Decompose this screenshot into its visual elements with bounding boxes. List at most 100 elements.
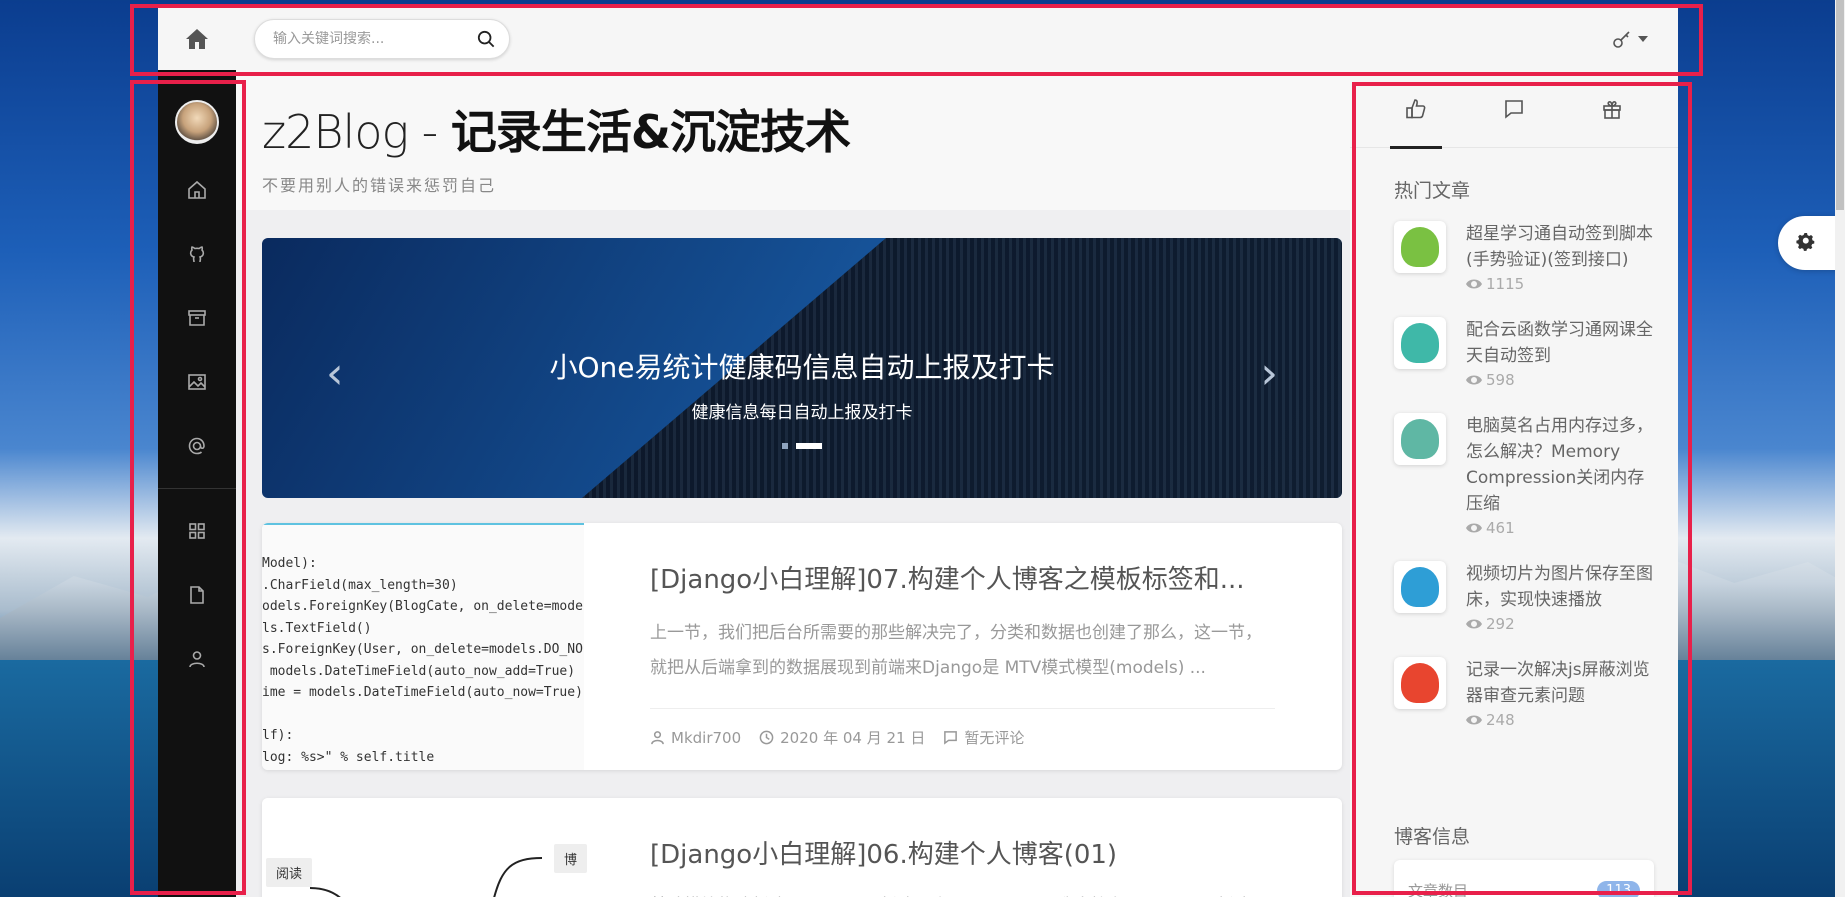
eye-icon — [1466, 375, 1482, 385]
blog-info-card: 文章数目 113 — [1394, 860, 1654, 897]
post-meta: Mkdir700 2020 年 04 月 21 日 暂无评论 — [650, 727, 1275, 748]
avatar[interactable] — [175, 100, 219, 144]
code-line: models.DateTimeField(auto_now_add=True) — [262, 663, 576, 679]
clock-icon — [759, 730, 774, 745]
hot-article-title[interactable]: 视频切片为图片保存至图床，实现快速播放 — [1466, 561, 1656, 613]
code-line: log: %s>" % self.title — [262, 749, 435, 765]
scrollbar-thumb[interactable] — [1836, 0, 1844, 210]
hot-article-item[interactable]: 电脑莫名占用内存过多，怎么解决？Memory Compression关闭内存压缩… — [1394, 413, 1678, 537]
carousel-subtitle: 健康信息每日自动上报及打卡 — [691, 403, 913, 423]
post-divider — [650, 708, 1275, 709]
article-count-label: 文章数目 — [1408, 881, 1469, 897]
sidebar-pages[interactable] — [158, 563, 236, 627]
eye-icon — [1466, 715, 1482, 725]
login-dropdown[interactable] — [1612, 29, 1648, 49]
carousel-dot[interactable] — [782, 443, 788, 449]
comment-icon — [1505, 99, 1523, 119]
carousel-title[interactable]: 小One易统计健康码信息自动上报及打卡 — [262, 346, 1342, 386]
home-button[interactable] — [158, 8, 236, 70]
hot-article-thumb — [1394, 561, 1446, 613]
hot-articles-title: 热门文章 — [1394, 180, 1471, 202]
sidebar-home[interactable] — [158, 158, 236, 222]
sidebar-tabs — [1350, 70, 1678, 149]
hot-article-text: 配合云函数学习通网课全天自动签到 598 — [1466, 317, 1656, 389]
tab-gift[interactable] — [1586, 70, 1638, 148]
gift-icon — [1603, 100, 1621, 119]
hot-article-title[interactable]: 记录一次解决js屏蔽浏览器审查元素问题 — [1466, 657, 1656, 709]
home-icon — [186, 29, 208, 49]
post-thumbnail-code: Model): .CharField(max_length=30) odels.Fo… — [262, 523, 584, 770]
search-icon[interactable] — [477, 30, 495, 48]
caret-down-icon — [1638, 36, 1648, 42]
hot-article-view-count: 461 — [1486, 519, 1515, 537]
hot-article-title[interactable]: 电脑莫名占用内存过多，怎么解决？Memory Compression关闭内存压缩 — [1466, 413, 1656, 517]
hot-article-title[interactable]: 超星学习通自动签到脚本(手势验证)(签到接口) — [1466, 221, 1656, 273]
hot-article-item[interactable]: 视频切片为图片保存至图床，实现快速播放 292 — [1394, 561, 1678, 633]
right-sidebar: 热门文章 超星学习通自动签到脚本(手势验证)(签到接口) 1115 配合云函数学… — [1350, 70, 1678, 897]
post-author[interactable]: Mkdir700 — [650, 729, 741, 747]
diagram-label-read: 阅读 — [266, 858, 313, 887]
blog-info-title: 博客信息 — [1394, 826, 1471, 848]
sidebar-gallery[interactable] — [158, 350, 236, 414]
hot-article-view-count: 598 — [1486, 371, 1515, 389]
post-excerpt: 基础模块构建新建Django项目新建一个django项目，我直接在pycharm… — [650, 889, 1275, 897]
archive-icon — [188, 310, 206, 326]
grid-icon — [189, 523, 205, 539]
site-title[interactable]: z2Blog - 记录生活&沉淀技术 — [262, 96, 1350, 162]
featured-carousel[interactable]: ‹ › 小One易统计健康码信息自动上报及打卡 健康信息每日自动上报及打卡 — [262, 238, 1342, 498]
post-card[interactable]: 阅读 博 [Django小白理解]06.构建个人博客(01) 基础模块构建新建D… — [262, 798, 1342, 897]
sidebar-github[interactable] — [158, 222, 236, 286]
user-icon — [651, 731, 664, 745]
hot-article-views: 292 — [1466, 615, 1656, 633]
hot-article-item[interactable]: 配合云函数学习通网课全天自动签到 598 — [1394, 317, 1678, 389]
post-thumbnail-diagram: 阅读 博 — [262, 798, 588, 897]
code-line: ime = models.DateTimeField(auto_now=True… — [262, 685, 583, 700]
tab-hot[interactable] — [1390, 70, 1442, 149]
sidebar-user[interactable] — [158, 627, 236, 691]
post-title[interactable]: [Django小白理解]07.构建个人博客之模板标签和... — [650, 559, 1275, 596]
post-comments-text: 暂无评论 — [964, 729, 1025, 747]
mascot-icon — [1401, 663, 1439, 703]
hot-article-views: 598 — [1466, 371, 1656, 389]
sidebar-divider — [158, 488, 236, 489]
hot-article-thumb — [1394, 317, 1446, 369]
hot-article-view-count: 1115 — [1486, 275, 1525, 293]
home-outline-icon — [188, 180, 206, 199]
hot-article-view-count: 248 — [1486, 711, 1515, 729]
thumbs-up-icon — [1406, 98, 1426, 118]
post-card[interactable]: Model): .CharField(max_length=30) odels.Fo… — [262, 523, 1342, 770]
hot-article-views: 1115 — [1466, 275, 1656, 293]
hot-article-text: 记录一次解决js屏蔽浏览器审查元素问题 248 — [1466, 657, 1656, 729]
post-body: [Django小白理解]06.构建个人博客(01) 基础模块构建新建Django… — [650, 834, 1275, 897]
hot-article-views: 248 — [1466, 711, 1656, 729]
hot-article-thumb — [1394, 413, 1446, 465]
carousel-dot-active[interactable] — [796, 443, 822, 449]
hot-article-title[interactable]: 配合云函数学习通网课全天自动签到 — [1466, 317, 1656, 369]
sidebar-categories[interactable] — [158, 499, 236, 563]
tab-comments[interactable] — [1488, 70, 1540, 148]
post-title[interactable]: [Django小白理解]06.构建个人博客(01) — [650, 834, 1275, 871]
sidebar-contact[interactable] — [158, 414, 236, 478]
sidebar-archive[interactable] — [158, 286, 236, 350]
at-sign-icon — [188, 437, 205, 455]
key-icon — [1613, 31, 1630, 48]
hot-article-item[interactable]: 记录一次解决js屏蔽浏览器审查元素问题 248 — [1394, 657, 1678, 729]
post-comments[interactable]: 暂无评论 — [943, 727, 1024, 748]
site-title-main: 记录生活&沉淀技术 — [450, 105, 851, 159]
article-count-badge: 113 — [1597, 880, 1640, 897]
top-navbar — [158, 8, 1678, 70]
user-icon — [189, 651, 205, 668]
hot-articles-list: 超星学习通自动签到脚本(手势验证)(签到接口) 1115 配合云函数学习通网课全… — [1350, 221, 1678, 729]
mascot-icon — [1401, 323, 1439, 363]
code-line: .CharField(max_length=30) — [262, 577, 458, 593]
site-title-prefix: z2Blog - — [262, 105, 451, 159]
hot-article-item[interactable]: 超星学习通自动签到脚本(手势验证)(签到接口) 1115 — [1394, 221, 1678, 293]
post-date: 2020 年 04 月 21 日 — [759, 727, 925, 748]
page-scrollbar[interactable] — [1835, 0, 1845, 897]
mascot-icon — [1401, 419, 1439, 459]
search-input[interactable] — [273, 31, 477, 47]
post-author-name: Mkdir700 — [671, 728, 742, 747]
gear-icon — [1796, 233, 1815, 251]
eye-icon — [1466, 523, 1482, 533]
